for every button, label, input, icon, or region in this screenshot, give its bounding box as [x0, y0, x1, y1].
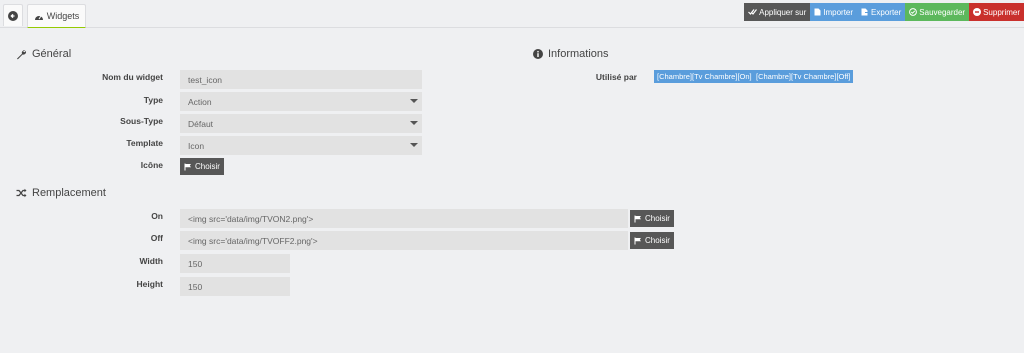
choose-off-button[interactable]: Choisir	[630, 232, 674, 249]
choose-on-button[interactable]: Choisir	[630, 210, 674, 227]
chevron-down-icon	[410, 99, 418, 103]
action-buttons: Appliquer sur Importer Exporter Sauvegar…	[744, 3, 1024, 21]
import-label: Importer	[823, 7, 854, 17]
template-value: Icon	[188, 140, 205, 151]
replacement-section-title: Remplacement	[16, 187, 106, 199]
apply-button[interactable]: Appliquer sur	[744, 3, 811, 21]
back-tab[interactable]	[3, 4, 23, 26]
flag-icon	[184, 163, 192, 171]
used-by-chip[interactable]: [Chambre][Tv Chambre][On]	[654, 70, 755, 83]
tab-widgets-label: Widgets	[46, 11, 80, 21]
info-circle-icon	[533, 49, 543, 59]
widget-name-input[interactable]: test_icon	[180, 70, 422, 89]
arrow-left-circle-icon	[8, 10, 18, 21]
chevron-down-icon	[410, 143, 418, 147]
check-circle-icon	[909, 8, 918, 16]
height-input[interactable]: 150	[180, 277, 290, 296]
tab-widgets[interactable]: Widgets	[27, 4, 86, 28]
tab-bar: Widgets Appliquer sur Importer Exporter …	[0, 0, 1024, 28]
on-value: <img src='data/img/TVON2.png'>	[188, 213, 314, 224]
general-title: Général	[32, 48, 72, 60]
type-label: Type	[143, 95, 163, 105]
icon-label: Icône	[140, 160, 163, 170]
wrench-icon	[16, 49, 27, 60]
used-by-chip[interactable]: [Chambre][Tv Chambre][Off]	[753, 70, 854, 83]
width-input[interactable]: 150	[180, 254, 290, 273]
save-label: Sauvegarder	[919, 7, 966, 17]
random-icon	[16, 188, 27, 198]
width-value: 150	[188, 258, 203, 269]
template-select[interactable]: Icon	[180, 136, 422, 155]
subtype-select[interactable]: Défaut	[180, 114, 422, 133]
subtype-label: Sous-Type	[120, 116, 163, 126]
delete-button[interactable]: Supprimer	[969, 3, 1024, 21]
general-section-title: Général	[16, 48, 71, 60]
export-label: Exporter	[871, 7, 902, 17]
chevron-down-icon	[410, 121, 418, 125]
file-export-icon	[861, 8, 870, 16]
save-button[interactable]: Sauvegarder	[905, 3, 970, 21]
export-button[interactable]: Exporter	[857, 3, 906, 21]
file-import-icon	[814, 8, 821, 16]
height-value: 150	[188, 281, 203, 292]
choose-off-label: Choisir	[645, 236, 670, 245]
off-input[interactable]: <img src='data/img/TVOFF2.png'>	[180, 231, 628, 250]
choose-icon-label: Choisir	[195, 162, 220, 171]
info-title: Informations	[548, 48, 609, 60]
widget-name-label: Nom du widget	[102, 72, 163, 82]
flag-icon	[634, 215, 642, 223]
type-value: Action	[188, 96, 212, 107]
dashboard-icon	[34, 12, 44, 21]
used-by-label: Utilisé par	[595, 72, 637, 82]
replacement-title: Remplacement	[32, 187, 106, 199]
info-section-title: Informations	[533, 48, 609, 60]
subtype-value: Défaut	[188, 118, 214, 129]
check-double-icon	[748, 8, 758, 16]
off-value: <img src='data/img/TVOFF2.png'>	[188, 235, 318, 246]
template-label: Template	[126, 138, 163, 148]
on-label: On	[151, 211, 163, 221]
type-select[interactable]: Action	[180, 92, 422, 111]
off-label: Off	[150, 233, 163, 243]
apply-label: Appliquer sur	[759, 7, 807, 17]
flag-icon	[634, 237, 642, 245]
choose-on-label: Choisir	[645, 214, 670, 223]
minus-circle-icon	[973, 8, 982, 16]
height-label: Height	[136, 279, 163, 289]
choose-icon-button[interactable]: Choisir	[180, 158, 224, 175]
import-button[interactable]: Importer	[810, 3, 858, 21]
width-label: Width	[139, 256, 163, 266]
on-input[interactable]: <img src='data/img/TVON2.png'>	[180, 209, 628, 228]
widget-name-value: test_icon	[188, 74, 223, 85]
delete-label: Supprimer	[983, 7, 1020, 17]
